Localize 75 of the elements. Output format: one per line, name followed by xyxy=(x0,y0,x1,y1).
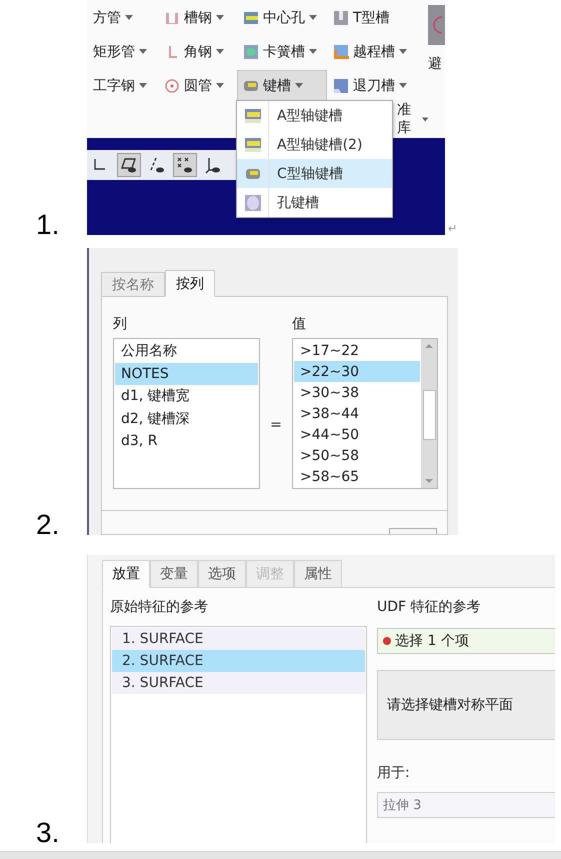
menu-item[interactable]: 孔键槽 xyxy=(237,188,392,217)
list-item[interactable]: d2, 键槽深 xyxy=(115,408,258,430)
paragraph-mark: ↵ xyxy=(448,222,458,235)
tab[interactable]: 放置 xyxy=(102,560,150,588)
list-item[interactable]: NOTES xyxy=(115,362,258,385)
list-label: 值 xyxy=(292,315,307,333)
scrollbar-thumb[interactable] xyxy=(422,390,436,440)
menu-item[interactable]: A型轴键槽 xyxy=(237,101,392,130)
ribbon-button[interactable]: 工字钢 xyxy=(87,70,158,100)
tab[interactable]: 属性 xyxy=(294,560,342,588)
list-item[interactable]: 1. SURFACE xyxy=(112,628,365,650)
ribbon-button[interactable]: 越程槽 xyxy=(327,36,425,66)
tab[interactable]: 变量 xyxy=(150,560,198,588)
list-item[interactable]: >22~30 xyxy=(294,361,420,382)
ribbon-button[interactable]: 方管 xyxy=(87,2,158,32)
ribbon-button[interactable]: 键槽 xyxy=(237,70,327,100)
tab[interactable]: 按名称 xyxy=(101,272,165,297)
thumbnail-icon[interactable] xyxy=(428,5,445,45)
ribbon-button[interactable]: 圆管 xyxy=(158,70,237,100)
list-item[interactable]: >17~22 xyxy=(294,340,420,361)
ribbon-button[interactable]: 槽钢 xyxy=(158,2,237,32)
tab[interactable]: 按列 xyxy=(165,270,215,297)
axis-display-icon xyxy=(148,156,166,174)
tab[interactable]: 选项 xyxy=(198,560,246,588)
value-list[interactable]: >17~22 >22~30 >30~38 >38~44 >44~50 >50~58 >58~65 xyxy=(292,338,438,489)
field-label: 用于: xyxy=(377,764,411,782)
ribbon-label: 避 xyxy=(428,55,443,73)
list-item[interactable]: 公用名称 xyxy=(115,340,258,362)
figure-number: 1. xyxy=(36,209,60,241)
list-item[interactable]: >44~50 xyxy=(294,424,420,445)
csys-display-icon xyxy=(204,156,222,174)
point-display-icon xyxy=(176,156,194,174)
ribbon-button[interactable]: T型槽 xyxy=(327,2,425,32)
circle-icon xyxy=(164,78,180,94)
list-item[interactable]: >30~38 xyxy=(294,382,420,403)
list-item[interactable]: d1, 键槽宽 xyxy=(115,385,258,408)
used-for-field[interactable]: 拉伸 3 xyxy=(377,792,555,818)
ring-icon xyxy=(243,44,259,60)
groove-icon xyxy=(333,78,349,94)
dialog-button[interactable] xyxy=(389,528,437,534)
selection-field[interactable]: 选择 1 个项 xyxy=(377,628,555,654)
keyway-icon xyxy=(244,108,260,124)
list-item[interactable]: >38~44 xyxy=(294,403,420,424)
ribbon-button[interactable]: 中心孔 xyxy=(237,2,327,32)
prompt-text: 请选择键槽对称平面 xyxy=(387,696,513,714)
toolbar-button[interactable] xyxy=(117,153,141,177)
ribbon-button[interactable]: 角钢 xyxy=(158,36,237,66)
list-item[interactable]: d3, R xyxy=(115,430,258,452)
toolbar-button[interactable] xyxy=(173,153,197,177)
section-label: UDF 特征的参考 xyxy=(377,598,482,616)
ribbon-button[interactable]: 退刀槽 xyxy=(327,70,425,100)
groove-icon xyxy=(333,44,349,60)
figure-number: 3. xyxy=(36,817,60,849)
menu-item[interactable]: C型轴键槽 xyxy=(237,159,392,188)
hole-icon xyxy=(244,194,260,210)
list-label: 列 xyxy=(113,315,128,333)
ribbon-label[interactable]: 准库 xyxy=(397,101,420,137)
equals-sign: = xyxy=(269,416,283,432)
column-list[interactable]: 公用名称 NOTES d1, 键槽宽 d2, 键槽深 d3, R xyxy=(113,338,260,489)
selection-text: 选择 1 个项 xyxy=(395,632,469,650)
list-item[interactable]: 3. SURFACE xyxy=(112,672,365,694)
figure-number: 2. xyxy=(36,509,60,541)
reference-list[interactable]: 1. SURFACE 2. SURFACE 3. SURFACE xyxy=(110,626,367,843)
keyway-icon xyxy=(244,136,260,152)
list-item[interactable]: >50~58 xyxy=(294,445,420,466)
ribbon-button[interactable]: 卡簧槽 xyxy=(237,36,327,66)
scrollbar[interactable] xyxy=(421,339,437,488)
section-label: 原始特征的参考 xyxy=(110,598,209,616)
ribbon-button[interactable]: 矩形管 xyxy=(87,36,158,66)
hole-icon xyxy=(243,10,259,26)
plane-display-icon xyxy=(120,156,138,174)
list-item[interactable]: 2. SURFACE xyxy=(112,650,365,672)
list-item[interactable]: >58~65 xyxy=(294,466,420,487)
caret-icon xyxy=(422,116,428,122)
slot-icon xyxy=(333,10,349,26)
